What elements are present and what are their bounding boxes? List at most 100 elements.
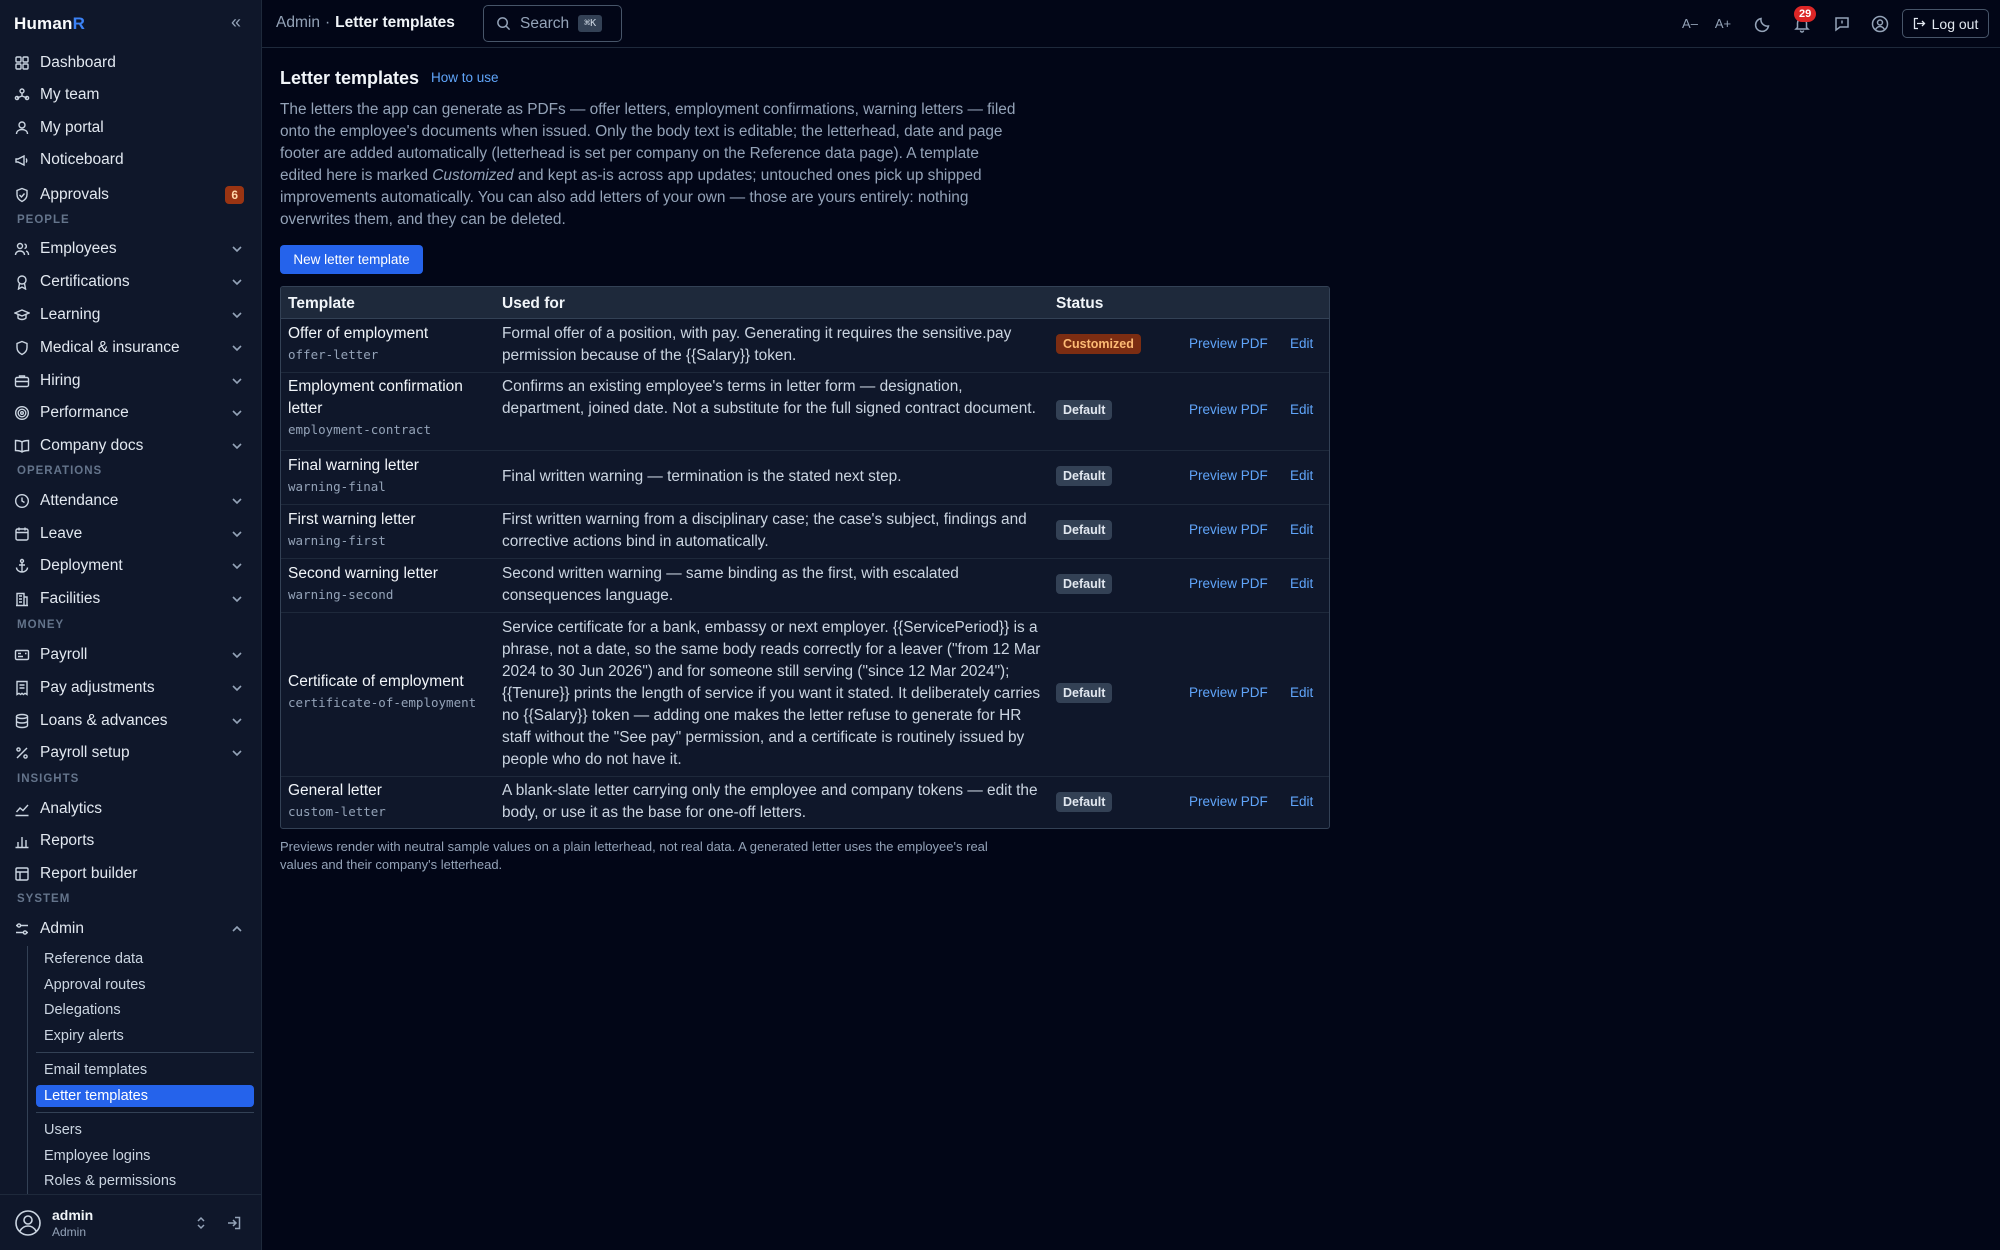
sidebar-item-hiring[interactable]: Hiring <box>14 367 246 395</box>
sidebar-item-label: Facilities <box>40 590 101 607</box>
breadcrumb-parent[interactable]: Admin <box>276 14 320 31</box>
chevron-down-icon <box>230 374 244 388</box>
chevrons-up-down-icon[interactable] <box>193 1215 209 1231</box>
template-name: Second warning letter <box>288 565 438 582</box>
section-label-insights: INSIGHTS <box>17 773 80 785</box>
how-to-use-link[interactable]: How to use <box>431 70 499 85</box>
subnav-item-roles-permissions[interactable]: Roles & permissions <box>36 1170 254 1192</box>
status-badge: Default <box>1056 683 1113 703</box>
used-for-text: A blank-slate letter carrying only the e… <box>502 782 1038 821</box>
moon-icon[interactable] <box>1753 14 1773 34</box>
template-code: warning-first <box>288 533 386 548</box>
breadcrumb-current: Letter templates <box>335 14 455 31</box>
preview-pdf-link[interactable]: Preview PDF <box>1189 685 1268 700</box>
table-row: General letter custom-letter A blank-sla… <box>281 777 1329 828</box>
edit-link[interactable]: Edit <box>1290 685 1313 700</box>
subnav-item-delegations[interactable]: Delegations <box>36 999 254 1021</box>
sidebar-item-pay-adjustments[interactable]: Pay adjustments <box>14 674 246 702</box>
preview-pdf-link[interactable]: Preview PDF <box>1189 794 1268 809</box>
sidebar-item-performance[interactable]: Performance <box>14 399 246 427</box>
search-button[interactable]: Search ⌘K <box>483 5 622 42</box>
profile-icon[interactable] <box>1870 14 1890 34</box>
edit-link[interactable]: Edit <box>1290 468 1313 483</box>
subnav-guide-line <box>27 946 28 1194</box>
sidebar-item-loans-advances[interactable]: Loans & advances <box>14 707 246 735</box>
new-letter-template-button[interactable]: New letter template <box>280 245 423 274</box>
percent-icon <box>14 745 30 761</box>
table-row: First warning letter warning-first First… <box>281 505 1329 559</box>
user-menu[interactable]: admin Admin <box>0 1194 262 1250</box>
table-row: Final warning letter warning-final Final… <box>281 451 1329 505</box>
preview-pdf-link[interactable]: Preview PDF <box>1189 522 1268 537</box>
sidebar-item-attendance[interactable]: Attendance <box>14 487 246 515</box>
sidebar-item-deployment[interactable]: Deployment <box>14 552 246 580</box>
sidebar-item-approvals[interactable]: Approvals 6 <box>14 181 246 209</box>
sidebar-item-analytics[interactable]: Analytics <box>14 795 246 823</box>
sidebar-item-learning[interactable]: Learning <box>14 301 246 329</box>
status-badge: Customized <box>1056 334 1141 354</box>
sidebar-item-payroll[interactable]: Payroll <box>14 641 246 669</box>
edit-link[interactable]: Edit <box>1290 336 1313 351</box>
status-badge: Default <box>1056 792 1113 812</box>
sidebar-item-reports[interactable]: Reports <box>14 827 246 855</box>
sidebar-item-noticeboard[interactable]: Noticeboard <box>14 146 246 174</box>
collapse-sidebar-icon[interactable]: « <box>226 12 246 32</box>
sidebar-item-my-portal[interactable]: My portal <box>14 114 246 142</box>
subnav-item-reference-data[interactable]: Reference data <box>36 948 254 970</box>
template-name: General letter <box>288 782 382 799</box>
sidebar-item-leave[interactable]: Leave <box>14 520 246 548</box>
sidebar-item-label: My team <box>40 86 100 103</box>
sidebar-item-certifications[interactable]: Certifications <box>14 268 246 296</box>
subnav-item-letter-templates[interactable]: Letter templates <box>36 1085 254 1107</box>
used-for-text: First written warning from a disciplinar… <box>502 511 1027 550</box>
chevron-down-icon <box>230 494 244 508</box>
sidebar-item-dashboard[interactable]: Dashboard <box>14 49 246 77</box>
edit-link[interactable]: Edit <box>1290 794 1313 809</box>
template-name: Offer of employment <box>288 325 429 342</box>
subnav-item-approval-routes[interactable]: Approval routes <box>36 974 254 996</box>
increase-font-button[interactable]: A+ <box>1713 14 1733 34</box>
template-name-cell: First warning letter warning-first <box>288 509 493 551</box>
sidebar-item-medical-insurance[interactable]: Medical & insurance <box>14 334 246 362</box>
sidebar-item-label: Pay adjustments <box>40 679 155 696</box>
search-icon <box>496 16 511 31</box>
sidebar-item-employees[interactable]: Employees <box>14 235 246 263</box>
decrease-font-button[interactable]: A– <box>1680 14 1700 34</box>
users-icon <box>14 241 30 257</box>
edit-link[interactable]: Edit <box>1290 576 1313 591</box>
sidebar-item-my-team[interactable]: My team <box>14 81 246 109</box>
user-icon <box>14 120 30 136</box>
subnav-item-employee-logins[interactable]: Employee logins <box>36 1145 254 1167</box>
book-open-icon <box>14 438 30 454</box>
edit-link[interactable]: Edit <box>1290 522 1313 537</box>
preview-pdf-link[interactable]: Preview PDF <box>1189 468 1268 483</box>
sidebar-item-payroll-setup[interactable]: Payroll setup <box>14 739 246 767</box>
edit-link[interactable]: Edit <box>1290 402 1313 417</box>
sidebar-item-report-builder[interactable]: Report builder <box>14 860 246 888</box>
shield-icon <box>14 340 30 356</box>
preview-pdf-link[interactable]: Preview PDF <box>1189 576 1268 591</box>
preview-pdf-link[interactable]: Preview PDF <box>1189 402 1268 417</box>
user-role: Admin <box>52 1225 87 1239</box>
sidebar-item-company-docs[interactable]: Company docs <box>14 432 246 460</box>
shield-check-icon <box>14 187 30 203</box>
subnav-item-email-templates[interactable]: Email templates <box>36 1059 254 1081</box>
preview-pdf-link[interactable]: Preview PDF <box>1189 336 1268 351</box>
letter-templates-table: Template Used for Status Offer of employ… <box>280 286 1330 829</box>
sidebar-item-admin[interactable]: Admin <box>14 915 246 943</box>
table-row: Offer of employment offer-letter Formal … <box>281 319 1329 373</box>
page-description: The letters the app can generate as PDFs… <box>280 99 1020 231</box>
logout-label: Log out <box>1931 15 1979 32</box>
sidebar-item-facilities[interactable]: Facilities <box>14 585 246 613</box>
anchor-icon <box>14 558 30 574</box>
message-icon[interactable] <box>1832 14 1852 34</box>
subnav-item-expiry-alerts[interactable]: Expiry alerts <box>36 1025 254 1047</box>
sidebar-item-label: Medical & insurance <box>40 339 180 356</box>
building-icon <box>14 591 30 607</box>
sign-out-icon[interactable] <box>226 1215 242 1231</box>
sidebar: HumanR « Dashboard My team My portal Not… <box>0 0 262 1250</box>
brand-logo[interactable]: HumanR <box>14 14 85 34</box>
logout-button[interactable]: Log out <box>1902 9 1989 38</box>
chevron-down-icon <box>230 242 244 256</box>
subnav-item-users[interactable]: Users <box>36 1119 254 1141</box>
